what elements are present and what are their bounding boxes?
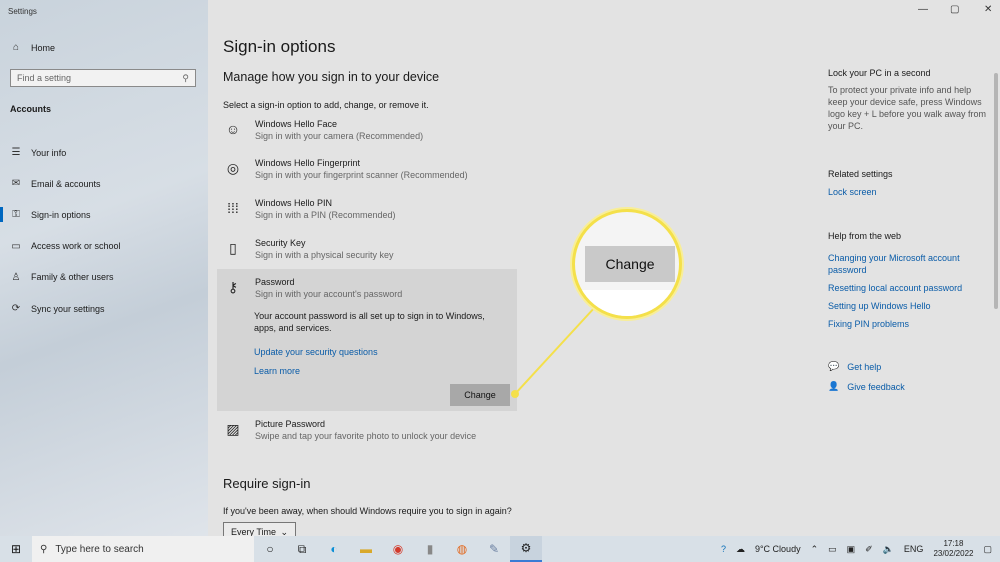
chevron-up-icon[interactable]: ⌃: [811, 544, 819, 555]
network-icon[interactable]: ▭: [828, 544, 837, 555]
firefox-icon[interactable]: ◍: [446, 536, 478, 562]
zoom-callout: Change: [572, 209, 682, 319]
system-tray: ? ☁ 9°C Cloudy ⌃ ▭ ▣ ✐ 🔈 ENG 17:18 23/02…: [721, 536, 1000, 562]
settings-gear-icon[interactable]: ⚙: [510, 536, 542, 562]
notification-icon[interactable]: ▢: [983, 544, 992, 555]
callout-dot: [511, 390, 519, 398]
callout-background: [575, 290, 679, 316]
task-view-icon[interactable]: ⧉: [286, 536, 318, 562]
edge-icon[interactable]: ◐: [318, 536, 350, 562]
taskbar-search-placeholder: Type here to search: [55, 543, 144, 555]
callout-connector: [511, 305, 597, 398]
weather-text[interactable]: 9°C Cloudy: [755, 544, 801, 554]
callout-change-button: Change: [585, 246, 675, 282]
pen-icon[interactable]: ✐: [865, 544, 873, 555]
taskbar-search[interactable]: ⚲ Type here to search: [32, 536, 254, 562]
help-tray-icon[interactable]: ?: [721, 544, 726, 554]
language-indicator[interactable]: ENG: [904, 544, 924, 554]
paint-icon[interactable]: ✎: [478, 536, 510, 562]
cortana-icon[interactable]: ○: [254, 536, 286, 562]
app-icon[interactable]: ▮: [414, 536, 446, 562]
chrome-icon[interactable]: ◉: [382, 536, 414, 562]
clock-time: 17:18: [943, 539, 964, 548]
search-icon: ⚲: [40, 543, 48, 555]
windows-start-icon[interactable]: ⊞: [0, 542, 32, 556]
taskbar: ⊞ ⚲ Type here to search ○ ⧉ ◐ ▬ ◉ ▮ ◍ ✎ …: [0, 536, 1000, 562]
weather-icon: ☁: [735, 543, 745, 554]
display-icon[interactable]: ▣: [847, 544, 856, 555]
clock[interactable]: 17:18 23/02/2022: [933, 539, 973, 559]
volume-icon[interactable]: 🔈: [883, 544, 894, 555]
file-explorer-icon[interactable]: ▬: [350, 536, 382, 562]
clock-date: 23/02/2022: [933, 549, 974, 558]
